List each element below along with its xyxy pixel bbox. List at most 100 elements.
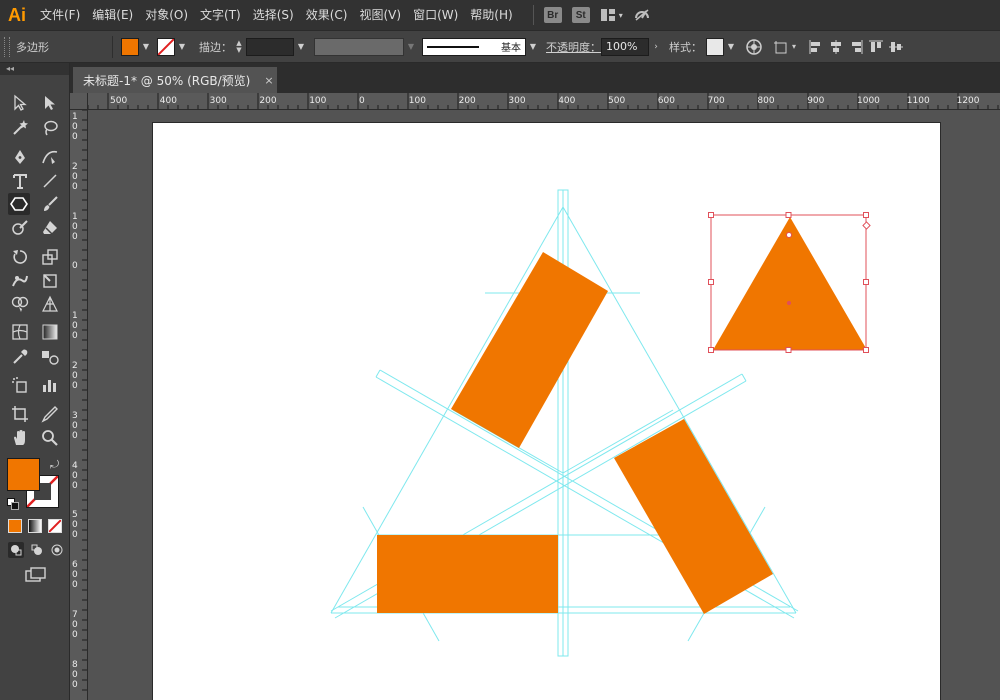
orange-shapes [377,217,867,614]
shape-builder-tool-icon[interactable] [9,293,31,315]
draw-normal-icon[interactable] [8,542,24,558]
live-corner-widget[interactable] [786,232,792,238]
menu-item[interactable]: 视图(V) [353,0,407,30]
style-swatch[interactable] [706,37,724,56]
handle-bottom-left[interactable] [708,347,714,353]
transform-dropdown-icon[interactable]: ▾ [792,42,802,51]
polygon-sides-widget[interactable] [862,221,871,230]
menu-item[interactable]: 文字(T) [194,0,247,30]
gradient-tool-icon[interactable] [39,321,61,343]
workspace-switcher-icon[interactable]: ▾ [600,8,623,22]
width-tool-icon[interactable] [9,270,31,292]
rotate-tool-icon[interactable] [9,246,31,268]
default-fill-stroke-icon[interactable] [7,498,19,510]
menu-item[interactable]: 文件(F) [34,0,86,30]
free-transform-tool-icon[interactable] [39,270,61,292]
style-dropdown-icon[interactable]: ▼ [724,38,738,56]
handle-middle-left[interactable] [708,279,714,285]
canvas-workspace[interactable] [88,110,1000,700]
slice-tool-icon[interactable] [39,403,61,425]
none-mode-icon[interactable] [48,519,62,533]
menu-item[interactable]: 效果(C) [300,0,354,30]
align-vertical-center-icon[interactable] [886,37,906,57]
column-graph-tool-icon[interactable] [39,374,61,396]
menu-item[interactable]: 帮助(H) [464,0,518,30]
ruler-tick-label: 8 0 0 [72,659,78,690]
recolor-artwork-icon[interactable] [744,37,764,57]
vertical-ruler[interactable]: 1 0 0 2 0 0 1 0 0 0 1 0 0 2 0 0 3 0 0 4 0 0 5 0 … [70,110,88,700]
handle-top-center[interactable] [785,212,792,218]
scale-tool-icon[interactable] [39,246,61,268]
document-tab[interactable]: 未标题-1* @ 50% (RGB/预览) × [73,67,277,93]
stroke-weight-dropdown-icon[interactable]: ▼ [294,38,308,56]
align-center-icon[interactable] [826,37,846,57]
mesh-tool-icon[interactable] [9,321,31,343]
bottom-rectangle[interactable] [377,535,558,613]
magic-wand-tool-icon[interactable] [9,117,31,139]
variable-width-dropdown-icon[interactable]: ▼ [404,38,418,56]
menu-item[interactable]: 窗口(W) [407,0,464,30]
color-mode-icon[interactable] [8,519,22,533]
eyedropper-tool-icon[interactable] [9,346,31,368]
curvature-tool-icon[interactable] [39,146,61,168]
pen-tool-icon[interactable] [9,146,31,168]
draw-inside-icon[interactable] [49,542,65,558]
lasso-tool-icon[interactable] [39,117,61,139]
line-segment-tool-icon[interactable] [39,170,61,192]
align-right-icon[interactable] [846,37,866,57]
gpu-performance-icon[interactable] [633,6,651,25]
screen-mode-icon[interactable] [25,567,47,583]
bridge-button[interactable]: Br [543,7,562,23]
align-left-icon[interactable] [806,37,826,57]
ruler-origin[interactable] [70,93,88,110]
handle-bottom-right[interactable] [863,347,869,353]
shaper-tool-icon[interactable] [9,217,31,239]
brush-definition-field[interactable]: 基本 [422,37,526,56]
tools-panel-collapse[interactable]: ◂◂ [0,63,69,75]
eraser-tool-icon[interactable] [39,217,61,239]
swap-fill-stroke-icon[interactable]: ⤾ [50,458,59,472]
close-tab-button[interactable]: × [264,74,273,87]
handle-top-right[interactable] [863,212,869,218]
horizontal-ruler[interactable]: 500 400 300 200 100 0 100 200 300 400 500 600 700 800… [88,93,1000,110]
draw-behind-icon[interactable] [29,542,45,558]
opacity-label[interactable]: 不透明度： [546,39,601,55]
panel-grip-icon[interactable] [4,36,10,57]
handle-middle-right[interactable] [863,279,869,285]
app-logo[interactable]: Ai [0,0,34,30]
stroke-swatch[interactable] [157,37,175,56]
stroke-weight-stepper[interactable]: ▲ ▼ [232,38,246,56]
gradient-mode-icon[interactable] [28,519,42,533]
right-rectangle[interactable] [614,419,773,614]
hand-tool-icon[interactable] [9,427,31,449]
menu-item[interactable]: 对象(O) [139,0,194,30]
direct-selection-tool-icon[interactable] [39,92,61,114]
fill-swatch[interactable] [121,37,139,56]
stock-button[interactable]: St [571,7,590,23]
symbol-sprayer-tool-icon[interactable] [9,374,31,396]
type-tool-icon[interactable] [9,170,31,192]
handle-top-left[interactable] [708,212,714,218]
perspective-grid-tool-icon[interactable] [39,293,61,315]
transform-icon[interactable] [772,37,792,57]
align-top-icon[interactable] [866,37,886,57]
opacity-dropdown-icon[interactable]: › [649,42,663,52]
brush-dropdown-icon[interactable]: ▼ [526,38,540,56]
stroke-dropdown-icon[interactable]: ▼ [175,38,189,56]
fill-dropdown-icon[interactable]: ▼ [139,38,153,56]
fill-color-swatch[interactable] [7,458,40,491]
stroke-weight-field[interactable] [246,37,294,56]
selection-tool-icon[interactable] [9,92,31,114]
paintbrush-tool-icon[interactable] [39,193,61,215]
menu-item[interactable]: 选择(S) [247,0,300,30]
menu-item[interactable]: 编辑(E) [86,0,139,30]
variable-width-profile[interactable] [314,37,404,56]
artboard-tool-icon[interactable] [9,403,31,425]
blend-tool-icon[interactable] [39,346,61,368]
polygon-tool-icon[interactable] [8,193,30,215]
opacity-field[interactable]: 100% [601,37,649,56]
top-rectangle[interactable] [451,252,608,448]
zoom-tool-icon[interactable] [39,427,61,449]
handle-bottom-center[interactable] [785,347,792,353]
artboard[interactable] [152,122,941,700]
